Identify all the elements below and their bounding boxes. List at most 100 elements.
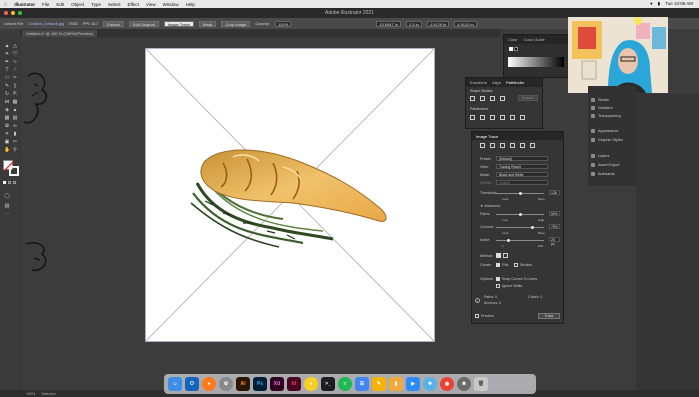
dock-slides-icon[interactable]: ▮ — [389, 377, 403, 391]
minus-back-icon[interactable] — [520, 115, 525, 120]
dock-photos-icon[interactable]: ❀ — [457, 377, 471, 391]
tab-align[interactable]: Align — [492, 80, 501, 85]
scale-tool-icon[interactable]: ⇱ — [12, 91, 18, 97]
file-name-link[interactable]: Untitled_Artwork.jpg — [28, 21, 64, 26]
paths-field[interactable]: 50% — [549, 211, 560, 216]
merge-icon[interactable] — [490, 115, 495, 120]
screen-mode-icon[interactable]: ▤ — [4, 203, 10, 209]
none-mode-icon[interactable] — [13, 181, 16, 184]
dock-settings-icon[interactable]: ⚙ — [219, 377, 233, 391]
dock-chrome-icon[interactable]: ◉ — [440, 377, 454, 391]
pencil-tool-icon[interactable]: ✎ — [4, 83, 10, 89]
unite-icon[interactable] — [470, 96, 475, 101]
dock-duck-icon[interactable]: ● — [304, 377, 318, 391]
dock-notes-icon[interactable]: ✎ — [372, 377, 386, 391]
corners-slider[interactable] — [496, 226, 544, 229]
dock-photoshop-icon[interactable]: Ps — [253, 377, 267, 391]
type-tool-icon[interactable]: T — [4, 67, 10, 73]
paths-knob[interactable] — [518, 213, 522, 216]
symbol-sprayer-tool-icon[interactable]: ✶ — [4, 131, 10, 137]
mask-button[interactable]: Mask — [198, 20, 217, 27]
menu-select[interactable]: Select — [108, 2, 121, 7]
draw-mode-icon[interactable]: ◯ — [4, 193, 10, 199]
menu-edit[interactable]: Edit — [56, 2, 64, 7]
dock-xd-icon[interactable]: Xd — [270, 377, 284, 391]
column-graph-tool-icon[interactable]: ▮ — [12, 131, 18, 137]
wifi-icon[interactable]: ● — [650, 1, 653, 7]
close-window-button[interactable] — [4, 11, 8, 15]
method-overlapping-icon[interactable] — [503, 253, 508, 258]
zoom-level[interactable]: 150% — [26, 392, 35, 396]
color-mode-icon[interactable] — [3, 181, 6, 184]
zoom-window-button[interactable] — [18, 11, 22, 15]
intersect-icon[interactable] — [490, 96, 495, 101]
outline-preset-icon[interactable] — [530, 143, 535, 148]
corners-field[interactable]: 75% — [549, 224, 560, 229]
image-trace-panel-title[interactable]: Image Trace — [476, 134, 498, 139]
mode-select[interactable]: Black and White — [496, 172, 548, 177]
menu-view[interactable]: View — [146, 2, 156, 7]
side-panel-appearance[interactable]: Appearance — [591, 129, 618, 133]
dock-docs-icon[interactable]: ☰ — [355, 377, 369, 391]
document-tab[interactable]: Untitled-1* @ 150 % (CMYK/Preview) — [22, 30, 97, 37]
opacity-field[interactable]: 100% — [275, 20, 292, 27]
direct-selection-tool-icon[interactable]: △ — [12, 43, 18, 49]
preview-checkbox[interactable] — [475, 314, 479, 318]
noise-slider[interactable] — [496, 239, 544, 242]
snap-curves-checkbox[interactable] — [496, 277, 500, 281]
shape-builder-tool-icon[interactable]: ◈ — [4, 107, 10, 113]
embed-button[interactable]: Embed — [103, 20, 124, 27]
apple-icon[interactable]:  — [4, 2, 7, 7]
width-tool-icon[interactable]: ⋈ — [4, 99, 10, 105]
edit-original-button[interactable]: Edit Original — [128, 20, 159, 27]
side-panel-artboards[interactable]: Artboards — [591, 172, 614, 176]
gradient-tool-icon[interactable]: ▤ — [12, 115, 18, 121]
rotate-tool-icon[interactable]: ↻ — [4, 91, 10, 97]
line-tool-icon[interactable]: ∕ — [12, 67, 18, 73]
dock-indesign-icon[interactable]: Id — [287, 377, 301, 391]
low-color-icon[interactable] — [500, 143, 505, 148]
artboard-tool-icon[interactable]: ▣ — [4, 139, 10, 145]
menu-clock[interactable]: Tue 10:06 AM — [665, 1, 693, 7]
lasso-tool-icon[interactable]: ➰ — [12, 51, 18, 57]
paintbrush-tool-icon[interactable]: ✑ — [12, 75, 18, 81]
eraser-tool-icon[interactable]: ▯ — [12, 83, 18, 89]
magic-wand-tool-icon[interactable]: ✦ — [4, 51, 10, 57]
noise-field[interactable]: 25 px — [549, 237, 560, 246]
tab-color-guide[interactable]: Color Guide — [524, 37, 545, 42]
w-field[interactable]: 4.9129 in — [426, 20, 450, 27]
rectangle-tool-icon[interactable]: □ — [4, 75, 10, 81]
high-color-icon[interactable] — [490, 143, 495, 148]
gradient-mode-icon[interactable] — [8, 181, 11, 184]
pen-tool-icon[interactable]: ✒ — [4, 59, 10, 65]
hand-tool-icon[interactable]: ✋ — [4, 147, 10, 153]
dock-illustrator-icon[interactable]: Ai — [236, 377, 250, 391]
dock-firefox-icon[interactable]: ● — [202, 377, 216, 391]
color-stroke-indicator[interactable] — [514, 47, 518, 51]
expand-button[interactable]: Expand — [518, 95, 539, 101]
dock-finder-icon[interactable]: ☺ — [168, 377, 182, 391]
artboard[interactable] — [145, 48, 435, 342]
image-trace-button[interactable]: Image Trace — [163, 20, 194, 27]
dock-terminal-icon[interactable]: >_ — [321, 377, 335, 391]
method-abutting-icon[interactable] — [496, 253, 501, 258]
battery-icon[interactable]: ▮ — [658, 1, 660, 7]
dock-spotify-icon[interactable]: ≈ — [338, 377, 352, 391]
outline-icon[interactable] — [510, 115, 515, 120]
side-panel-stroke[interactable]: Stroke — [591, 98, 609, 102]
threshold-slider[interactable] — [496, 192, 544, 195]
tab-color[interactable]: Color — [508, 37, 518, 42]
eyedropper-tool-icon[interactable]: ✿ — [4, 123, 10, 129]
exclude-icon[interactable] — [500, 96, 505, 101]
dock-zoom-icon[interactable]: ▶ — [406, 377, 420, 391]
trim-icon[interactable] — [480, 115, 485, 120]
mesh-tool-icon[interactable]: ▦ — [4, 115, 10, 121]
preset-select[interactable]: [Default] — [496, 156, 548, 161]
minus-front-icon[interactable] — [480, 96, 485, 101]
noise-knob[interactable] — [506, 239, 510, 242]
blend-tool-icon[interactable]: ∞ — [12, 123, 18, 129]
divide-icon[interactable] — [470, 115, 475, 120]
paths-slider[interactable] — [496, 213, 544, 216]
slice-tool-icon[interactable]: ✄ — [12, 139, 18, 145]
perspective-grid-tool-icon[interactable]: ▲ — [12, 107, 18, 113]
